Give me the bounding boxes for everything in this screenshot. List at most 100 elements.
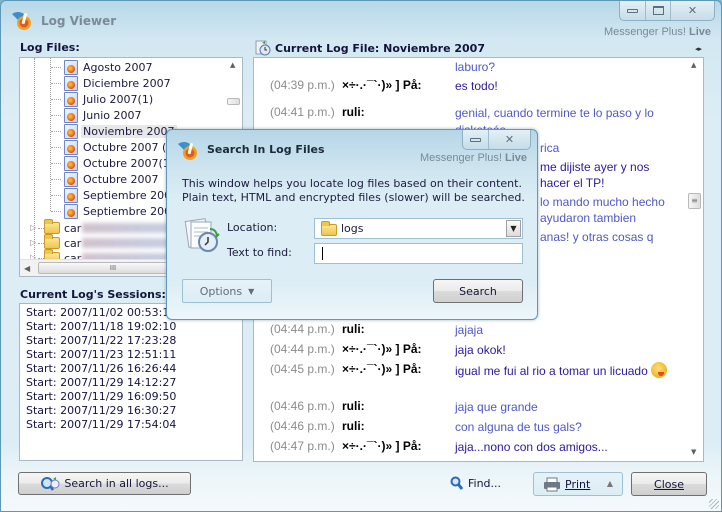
tree-line	[51, 179, 61, 180]
location-combobox[interactable]: logs ▼	[314, 218, 523, 239]
log-file-item[interactable]: Octubre 2007	[51, 171, 161, 187]
splitter-handle-icon[interactable]: ◂▸	[695, 45, 702, 53]
log-file-label: Agosto 2007	[83, 60, 153, 74]
session-item[interactable]: Start: 2007/11/26 16:26:44	[26, 362, 242, 376]
log-file-icon	[64, 155, 78, 171]
message-text: es todo!	[455, 79, 498, 93]
tree-line	[51, 163, 61, 164]
log-file-item[interactable]: Octubre 2007(1)	[51, 155, 176, 171]
message-body: laburo?	[455, 59, 675, 76]
close-button[interactable]: Close	[631, 472, 707, 496]
current-log-title: Current Log File: Noviembre 2007	[275, 41, 485, 55]
message-sender: ruli:	[342, 322, 365, 336]
log-file-item[interactable]: Julio 2007(1)	[51, 91, 155, 107]
scrollbar-thumb[interactable]	[227, 98, 240, 105]
close-label: Close	[654, 477, 684, 491]
log-file-label: Diciembre 2007	[83, 76, 171, 90]
maximize-button[interactable]	[645, 1, 670, 20]
session-item[interactable]: Start: 2007/11/23 12:51:11	[26, 348, 242, 362]
message-body: con alguna de tus gals?	[455, 419, 675, 436]
search-all-logs-label: Search in all logs...	[64, 477, 169, 490]
message-sender: ruli:	[342, 419, 365, 433]
log-file-icon	[64, 75, 78, 91]
folder-icon	[44, 219, 60, 234]
session-item[interactable]: Start: 2007/11/22 17:23:28	[26, 334, 242, 348]
log-search-clock-icon	[184, 218, 220, 252]
chevron-down-icon: ▼	[248, 286, 255, 296]
chat-scrollbar-thumb[interactable]: ≡	[688, 193, 701, 209]
message-timestamp: (04:45 p.m.)	[270, 362, 335, 376]
dialog-caption-buttons: ✕	[462, 130, 531, 150]
message-sender: ×÷·.·¯`·)» ] På:	[342, 342, 422, 356]
minimize-icon	[470, 137, 481, 142]
dialog-minimize-button[interactable]	[463, 130, 488, 149]
search-log-files-dialog: Search In Log Files ✕ Messenger Plus! Li…	[166, 129, 538, 320]
scroll-left-arrow-icon[interactable]: ◀	[24, 264, 30, 273]
options-label: Options	[199, 284, 243, 298]
expand-icon[interactable]: ▷	[30, 238, 36, 247]
location-dropdown-button[interactable]: ▼	[506, 220, 521, 237]
find-button[interactable]: Find...	[450, 476, 501, 491]
message-text: jaja que grande	[455, 400, 538, 414]
message-sender: ×÷·.·¯`·)» ] På:	[342, 439, 422, 453]
sessions-list[interactable]: Start: 2007/11/02 00:53:13 Start: 2007/11…	[19, 303, 243, 461]
message-text: anas! y otras cosas q	[540, 230, 654, 244]
magnifier-icon	[450, 476, 464, 490]
session-item[interactable]: Start: 2007/11/29 16:30:27	[26, 404, 242, 418]
log-file-item[interactable]: Junio 2007	[51, 107, 143, 123]
search-button[interactable]: Search	[433, 279, 523, 303]
tree-line	[51, 99, 61, 100]
dialog-brand-label: Messenger Plus! Live	[420, 152, 527, 164]
print-options-arrow-icon[interactable]: ▲	[607, 479, 613, 488]
tree-line	[51, 195, 61, 196]
message-text: con alguna de tus gals?	[455, 420, 582, 434]
log-file-label: Julio 2007(1)	[83, 92, 154, 106]
log-file-icon	[64, 203, 78, 219]
log-file-item[interactable]: Agosto 2007	[51, 59, 155, 75]
tree-line	[51, 131, 61, 132]
log-file-item[interactable]: Diciembre 2007	[51, 75, 173, 91]
log-file-clock-icon	[255, 40, 271, 56]
log-file-icon	[64, 187, 78, 203]
message-body: es todo!	[455, 78, 675, 95]
tree-line	[51, 67, 61, 68]
log-file-item[interactable]: Noviembre 2007	[51, 123, 177, 139]
sessions-label: Current Log's Sessions:	[20, 288, 166, 301]
tree-line	[51, 211, 61, 212]
message-body: jaja que grande	[455, 399, 675, 416]
search-all-logs-button[interactable]: Search in all logs...	[18, 472, 191, 495]
chat-vertical-scrollbar[interactable]: ▲ ≡ ▼	[686, 58, 703, 461]
dialog-close-button[interactable]: ✕	[488, 130, 530, 149]
message-body: jaja...nono con dos amigos...	[455, 439, 675, 456]
minimize-button[interactable]	[620, 1, 645, 20]
log-file-item[interactable]: Octubre 2007 (2)	[51, 139, 180, 155]
location-label: Location:	[227, 221, 278, 234]
message-sender: ruli:	[342, 399, 365, 413]
log-file-label: Noviembre 2007	[81, 124, 177, 138]
scroll-up-arrow-icon[interactable]: ▲	[691, 61, 696, 69]
text-to-find-input[interactable]	[314, 243, 523, 264]
log-file-icon	[64, 139, 78, 155]
message-text: ayudaron tambien	[540, 211, 637, 225]
scroll-up-arrow-icon[interactable]: ▲	[230, 61, 235, 69]
log-file-icon	[64, 171, 78, 187]
resize-grip[interactable]	[709, 499, 719, 509]
session-item[interactable]: Start: 2007/11/29 17:54:04	[26, 418, 242, 432]
find-label: Find...	[468, 477, 502, 490]
folder-label: car	[64, 221, 82, 235]
print-label: Print	[565, 477, 591, 491]
log-file-item[interactable]: Septiembre 2007	[51, 203, 180, 219]
close-icon: ✕	[687, 4, 698, 17]
session-item[interactable]: Start: 2007/11/29 14:12:27	[26, 376, 242, 390]
session-item[interactable]: Start: 2007/11/18 19:02:10	[26, 320, 242, 334]
message-body: jajaja	[455, 322, 675, 339]
close-window-button[interactable]: ✕	[670, 1, 714, 20]
folder-icon	[321, 221, 337, 236]
printer-icon	[544, 477, 560, 491]
print-button[interactable]: Print ▲	[533, 472, 623, 496]
options-button[interactable]: Options ▼	[182, 279, 272, 303]
session-item[interactable]: Start: 2007/11/29 16:09:50	[26, 390, 242, 404]
scroll-down-arrow-icon[interactable]: ▼	[691, 448, 696, 456]
message-text: igual me fui al rio a tomar un licuado	[455, 364, 648, 378]
expand-icon[interactable]: ▷	[30, 223, 36, 232]
